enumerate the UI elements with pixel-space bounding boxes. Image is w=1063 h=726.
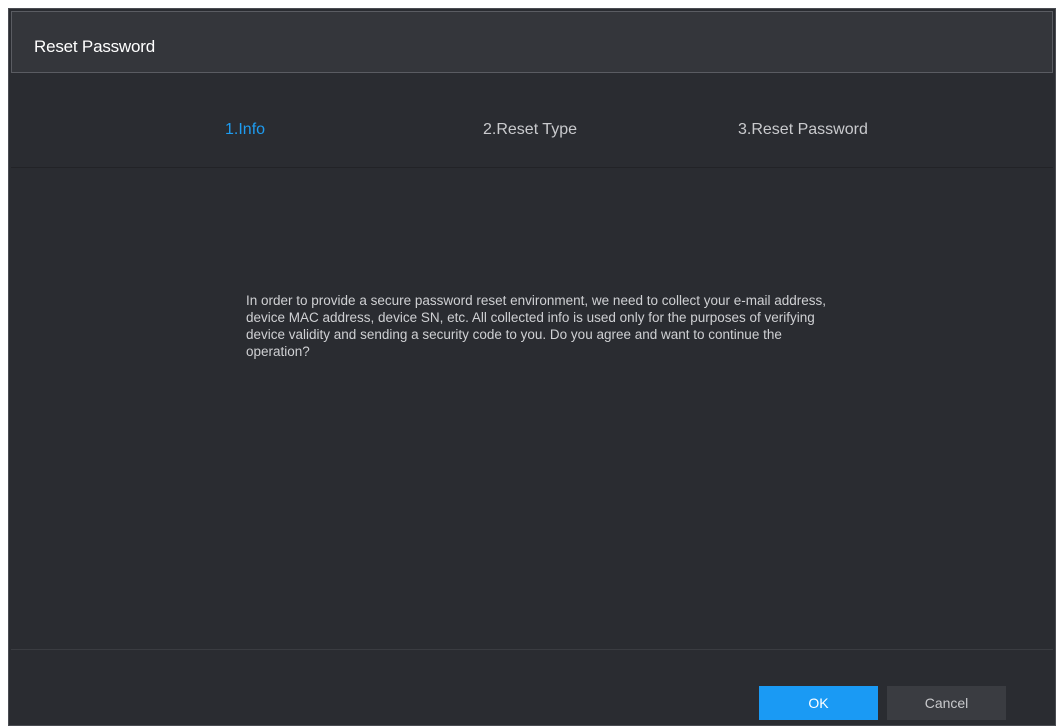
cancel-button[interactable]: Cancel	[887, 686, 1006, 720]
step-info: 1.Info	[225, 121, 266, 138]
dialog-footer: OK Cancel	[11, 649, 1053, 723]
step-indicator: 1.Info 2.Reset Type 3.Reset Password	[11, 91, 1053, 168]
consent-message: In order to provide a secure password re…	[246, 293, 827, 359]
step-reset-type: 2.Reset Type	[483, 121, 577, 138]
step-reset-password: 3.Reset Password	[738, 121, 868, 138]
dialog-title: Reset Password	[34, 37, 155, 56]
ok-button[interactable]: OK	[759, 686, 878, 720]
reset-password-dialog: Reset Password 1.Info 2.Reset Type 3.Res…	[8, 8, 1056, 726]
dialog-titlebar: Reset Password	[11, 11, 1053, 73]
